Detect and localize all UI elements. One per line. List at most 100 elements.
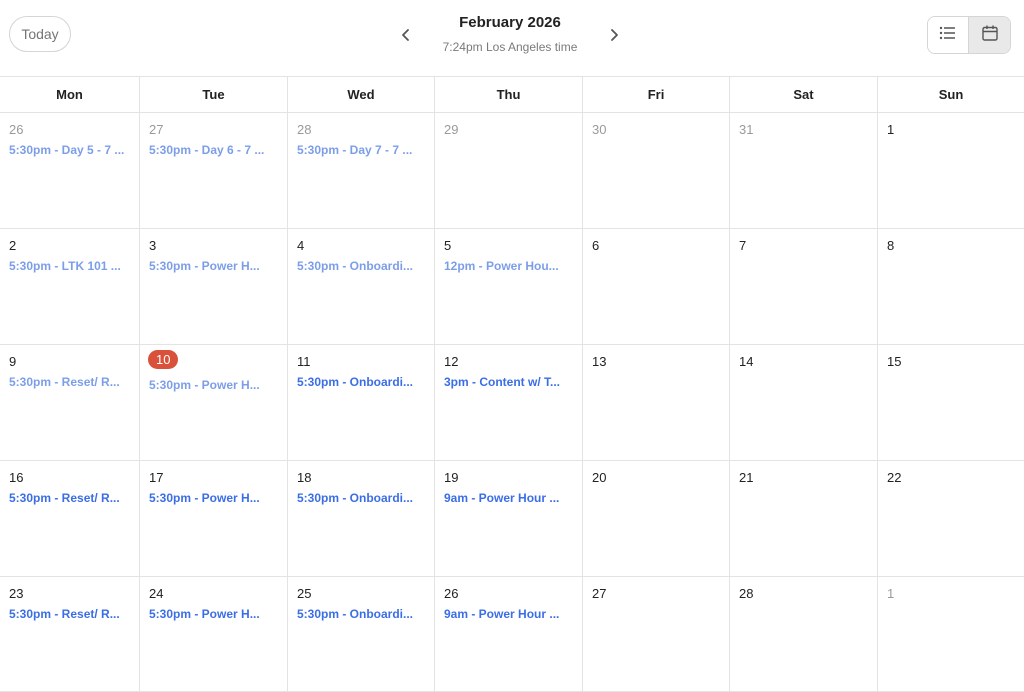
calendar-event[interactable]: 5:30pm - Reset/ R... bbox=[9, 491, 131, 505]
day-cell[interactable]: 13 bbox=[583, 345, 730, 461]
calendar-event[interactable]: 5:30pm - Onboardi... bbox=[297, 259, 426, 273]
calendar-event[interactable]: 5:30pm - Day 6 - 7 ... bbox=[149, 143, 279, 157]
day-cell[interactable]: 23 5:30pm - Reset/ R... bbox=[0, 577, 140, 692]
day-number: 1 bbox=[887, 122, 895, 137]
day-cell[interactable]: 15 bbox=[878, 345, 1024, 461]
month-navigator: February 2026 7:24pm Los Angeles time bbox=[390, 12, 630, 58]
day-cell[interactable]: 3 5:30pm - Power H... bbox=[140, 229, 288, 345]
day-cell[interactable]: 28 5:30pm - Day 7 - 7 ... bbox=[288, 113, 435, 229]
day-cell[interactable]: 27 5:30pm - Day 6 - 7 ... bbox=[140, 113, 288, 229]
day-number: 22 bbox=[887, 470, 902, 485]
day-number: 26 bbox=[444, 586, 459, 601]
day-cell[interactable]: 27 bbox=[583, 577, 730, 692]
day-cell[interactable]: 8 bbox=[878, 229, 1024, 345]
calendar-event[interactable]: 5:30pm - Onboardi... bbox=[297, 607, 426, 621]
day-number: 18 bbox=[297, 470, 312, 485]
month-title: February 2026 bbox=[459, 14, 561, 31]
calendar-event[interactable]: 12pm - Power Hou... bbox=[444, 259, 574, 273]
calendar-event[interactable]: 9am - Power Hour ... bbox=[444, 607, 574, 621]
day-number: 21 bbox=[739, 470, 754, 485]
day-number: 7 bbox=[739, 238, 747, 253]
day-cell[interactable]: 28 bbox=[730, 577, 878, 692]
calendar-event[interactable]: 5:30pm - Reset/ R... bbox=[9, 375, 131, 389]
weekday-header: Sat bbox=[730, 77, 878, 113]
day-number: 27 bbox=[149, 122, 164, 137]
calendar-event[interactable]: 5:30pm - Onboardi... bbox=[297, 375, 426, 389]
weekday-header: Fri bbox=[583, 77, 730, 113]
calendar-event[interactable]: 5:30pm - LTK 101 ... bbox=[9, 259, 131, 273]
day-cell[interactable]: 1 bbox=[878, 113, 1024, 229]
day-number: 2 bbox=[9, 238, 17, 253]
day-number: 9 bbox=[9, 354, 17, 369]
calendar-icon bbox=[981, 24, 999, 47]
day-number: 5 bbox=[444, 238, 452, 253]
day-number: 28 bbox=[297, 122, 312, 137]
day-cell[interactable]: 7 bbox=[730, 229, 878, 345]
day-number: 29 bbox=[444, 122, 459, 137]
weekday-header: Wed bbox=[288, 77, 435, 113]
day-cell[interactable]: 17 5:30pm - Power H... bbox=[140, 461, 288, 577]
day-cell[interactable]: 4 5:30pm - Onboardi... bbox=[288, 229, 435, 345]
day-number: 15 bbox=[887, 354, 902, 369]
day-number: 11 bbox=[297, 354, 311, 369]
day-number: 27 bbox=[592, 586, 607, 601]
day-cell[interactable]: 1 bbox=[878, 577, 1024, 692]
calendar-event[interactable]: 5:30pm - Power H... bbox=[149, 607, 279, 621]
day-cell[interactable]: 31 bbox=[730, 113, 878, 229]
day-number: 13 bbox=[592, 354, 607, 369]
list-icon bbox=[939, 26, 957, 45]
day-number: 26 bbox=[9, 122, 24, 137]
weekday-header: Thu bbox=[435, 77, 583, 113]
day-cell[interactable]: 19 9am - Power Hour ... bbox=[435, 461, 583, 577]
day-number: 19 bbox=[444, 470, 459, 485]
calendar-event[interactable]: 3pm - Content w/ T... bbox=[444, 375, 574, 389]
day-cell[interactable]: 12 3pm - Content w/ T... bbox=[435, 345, 583, 461]
day-cell[interactable]: 18 5:30pm - Onboardi... bbox=[288, 461, 435, 577]
weekday-header: Sun bbox=[878, 77, 1024, 113]
day-cell[interactable]: 26 9am - Power Hour ... bbox=[435, 577, 583, 692]
day-cell[interactable]: 11 5:30pm - Onboardi... bbox=[288, 345, 435, 461]
day-cell[interactable]: 2 5:30pm - LTK 101 ... bbox=[0, 229, 140, 345]
calendar-event[interactable]: 5:30pm - Day 7 - 7 ... bbox=[297, 143, 426, 157]
calendar-event[interactable]: 5:30pm - Power H... bbox=[149, 491, 279, 505]
day-number: 4 bbox=[297, 238, 305, 253]
day-number: 12 bbox=[444, 354, 459, 369]
day-number: 24 bbox=[149, 586, 164, 601]
day-cell[interactable]: 6 bbox=[583, 229, 730, 345]
day-cell[interactable]: 14 bbox=[730, 345, 878, 461]
day-number: 17 bbox=[149, 470, 164, 485]
day-cell[interactable]: 30 bbox=[583, 113, 730, 229]
day-number: 23 bbox=[9, 586, 24, 601]
calendar-event[interactable]: 9am - Power Hour ... bbox=[444, 491, 574, 505]
day-cell[interactable]: 9 5:30pm - Reset/ R... bbox=[0, 345, 140, 461]
calendar-event[interactable]: 5:30pm - Reset/ R... bbox=[9, 607, 131, 621]
day-cell[interactable]: 16 5:30pm - Reset/ R... bbox=[0, 461, 140, 577]
day-cell[interactable]: 10 5:30pm - Power H... bbox=[140, 345, 288, 461]
day-cell[interactable]: 21 bbox=[730, 461, 878, 577]
day-cell[interactable]: 20 bbox=[583, 461, 730, 577]
day-number: 6 bbox=[592, 238, 600, 253]
calendar-view-button[interactable] bbox=[969, 17, 1010, 53]
list-view-button[interactable] bbox=[928, 17, 969, 53]
calendar-event[interactable]: 5:30pm - Onboardi... bbox=[297, 491, 426, 505]
day-cell[interactable]: 22 bbox=[878, 461, 1024, 577]
local-time: 7:24pm Los Angeles time bbox=[442, 40, 578, 54]
day-cell[interactable]: 5 12pm - Power Hou... bbox=[435, 229, 583, 345]
day-cell[interactable]: 24 5:30pm - Power H... bbox=[140, 577, 288, 692]
day-number: 8 bbox=[887, 238, 895, 253]
day-number: 30 bbox=[592, 122, 607, 137]
calendar-header: Today February 2026 7:24pm Los Angeles t… bbox=[0, 0, 1024, 77]
month-grid: Mon Tue Wed Thu Fri Sat Sun 26 5:30pm - D… bbox=[0, 77, 1024, 692]
day-number: 14 bbox=[739, 354, 754, 369]
day-number: 25 bbox=[297, 586, 312, 601]
day-number: 28 bbox=[739, 586, 754, 601]
calendar-event[interactable]: 5:30pm - Power H... bbox=[149, 378, 279, 392]
calendar-event[interactable]: 5:30pm - Power H... bbox=[149, 259, 279, 273]
day-cell[interactable]: 29 bbox=[435, 113, 583, 229]
calendar-event[interactable]: 5:30pm - Day 5 - 7 ... bbox=[9, 143, 131, 157]
today-button[interactable]: Today bbox=[9, 16, 71, 52]
day-cell[interactable]: 25 5:30pm - Onboardi... bbox=[288, 577, 435, 692]
day-number: 31 bbox=[739, 122, 754, 137]
chevron-right-icon[interactable] bbox=[602, 23, 626, 47]
day-cell[interactable]: 26 5:30pm - Day 5 - 7 ... bbox=[0, 113, 140, 229]
